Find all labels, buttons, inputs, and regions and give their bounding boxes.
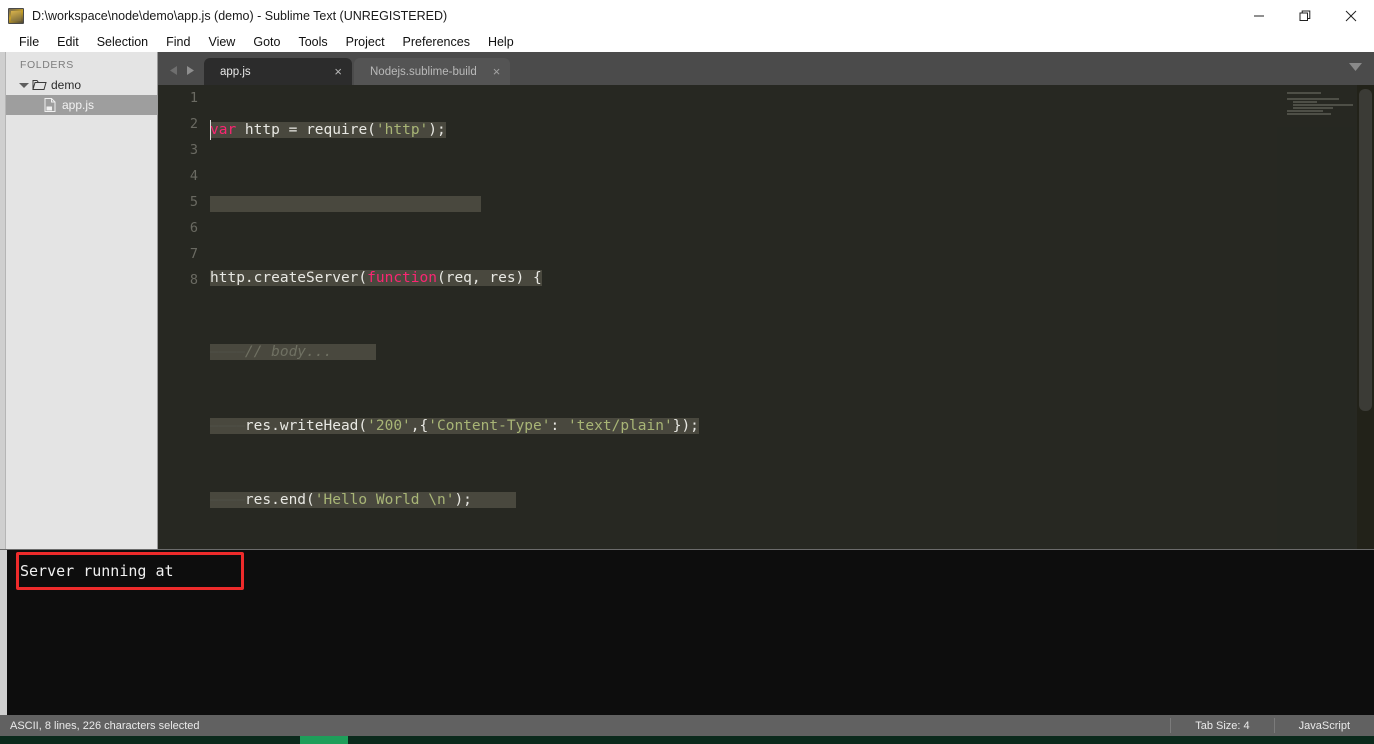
line-number-gutter: 1 2 3 4 5 6 7 8 [158, 85, 210, 549]
line-number: 2 [189, 116, 198, 132]
status-bar: ASCII, 8 lines, 226 characters selected … [0, 715, 1374, 736]
token-function: require [306, 122, 368, 138]
menu-item-help[interactable]: Help [479, 32, 523, 52]
code-editor[interactable]: 1 2 3 4 5 6 7 8 var http = require('http… [158, 85, 1374, 549]
token-string: '200' [367, 418, 411, 434]
arrow-right-icon[interactable] [182, 63, 198, 77]
line-number: 1 [189, 90, 198, 106]
code-line-5: ————res.writeHead('200',{'Content-Type':… [210, 418, 699, 434]
token-string: 'http' [375, 122, 429, 138]
menu-item-edit[interactable]: Edit [48, 32, 88, 52]
vertical-scrollbar-thumb[interactable] [1359, 89, 1372, 411]
sidebar-item-app-js[interactable]: app.js [0, 95, 157, 115]
menu-item-find[interactable]: Find [157, 32, 199, 52]
sublime-text-icon [8, 8, 24, 24]
code-line-2 [210, 191, 1374, 217]
minimap-line [1287, 98, 1339, 100]
line-number: 8 [189, 272, 198, 288]
token-brace: { [524, 270, 542, 286]
text-caret [210, 120, 211, 140]
minimize-icon[interactable] [1236, 0, 1282, 32]
chevron-down-icon[interactable] [18, 79, 30, 91]
status-tab-size[interactable]: Tab Size: 4 [1171, 720, 1273, 732]
code-line-4: ————// body... [210, 339, 1374, 365]
token-params: (req, res) [436, 270, 525, 286]
token-method: res.end( [244, 492, 315, 508]
token-string: 'Content-Type' [428, 418, 551, 434]
minimap-line [1287, 95, 1293, 97]
menu-item-tools[interactable]: Tools [289, 32, 336, 52]
maximize-icon[interactable] [1282, 0, 1328, 32]
menu-bar: File Edit Selection Find View Goto Tools… [0, 32, 1374, 52]
token-punct: : [550, 418, 568, 434]
line-number: 6 [189, 220, 198, 236]
token-keyword: function [367, 270, 437, 286]
tab-nodejs-sublime-build[interactable]: Nodejs.sublime-build × [354, 58, 511, 85]
tab-bar: app.js × Nodejs.sublime-build × [158, 52, 1374, 85]
taskbar [0, 736, 1374, 744]
minimap[interactable] [1277, 85, 1355, 549]
token-method: res.writeHead( [244, 418, 368, 434]
menu-item-preferences[interactable]: Preferences [394, 32, 479, 52]
close-icon[interactable]: × [493, 65, 501, 78]
title-bar: D:\workspace\node\demo\app.js (demo) - S… [0, 0, 1374, 32]
close-icon[interactable]: × [334, 65, 342, 78]
minimap-line [1293, 101, 1317, 103]
sidebar: FOLDERS demo app.js [0, 52, 158, 549]
code-line-3: http.createServer(function(req, res) { [210, 265, 1374, 291]
folder-icon [32, 79, 47, 91]
token-punct: ,{ [410, 418, 429, 434]
sidebar-edge [0, 52, 6, 549]
token-identifier: http [210, 270, 245, 286]
sidebar-folder-demo[interactable]: demo [0, 75, 157, 94]
arrow-left-icon[interactable] [166, 63, 182, 77]
taskbar-active-item[interactable] [300, 736, 348, 744]
code-line-6: ————res.end('Hello World \n'); [210, 487, 1374, 513]
token-string: 'text/plain' [567, 418, 673, 434]
menu-item-file[interactable]: File [10, 32, 48, 52]
code-line-1: var http = require('http'); [210, 120, 446, 140]
token-keyword: var [210, 122, 237, 138]
token-string: 'Hello World \n' [314, 492, 455, 508]
token-comment: // body... [244, 344, 333, 360]
close-icon[interactable] [1328, 0, 1374, 32]
token-identifier: http [236, 122, 289, 138]
menu-item-selection[interactable]: Selection [88, 32, 157, 52]
file-icon [44, 98, 56, 112]
status-selection-info: ASCII, 8 lines, 226 characters selected [10, 719, 200, 732]
window-title: D:\workspace\node\demo\app.js (demo) - S… [32, 9, 448, 23]
menu-item-view[interactable]: View [199, 32, 244, 52]
minimap-line [1293, 104, 1353, 106]
code-content[interactable]: var http = require('http'); http.createS… [210, 85, 1374, 549]
token-operator: = [288, 122, 307, 138]
sidebar-file-label: app.js [62, 98, 95, 112]
console-output-text: Server running at [20, 562, 174, 580]
token-method: .createServer( [244, 270, 368, 286]
line-number: 4 [189, 168, 198, 184]
tab-label: Nodejs.sublime-build [370, 65, 477, 78]
token-punct: }); [672, 418, 699, 434]
build-output-panel: Server running at [0, 549, 1374, 715]
menu-item-project[interactable]: Project [337, 32, 394, 52]
sidebar-folder-label: demo [51, 77, 82, 92]
tab-label: app.js [220, 65, 251, 78]
minimap-line [1287, 110, 1323, 112]
console-edge [0, 550, 7, 715]
tab-nav [158, 63, 204, 85]
minimap-line [1293, 107, 1333, 109]
token-punct: ); [454, 492, 472, 508]
menu-item-goto[interactable]: Goto [244, 32, 289, 52]
chevron-down-icon[interactable] [1349, 58, 1374, 85]
vertical-scrollbar-track[interactable] [1357, 85, 1374, 549]
status-syntax[interactable]: JavaScript [1275, 720, 1374, 732]
minimap-line [1287, 92, 1321, 94]
tab-app-js[interactable]: app.js × [204, 58, 352, 85]
minimap-line [1287, 113, 1331, 115]
line-number: 3 [189, 142, 198, 158]
sublime-text-window: D:\workspace\node\demo\app.js (demo) - S… [0, 0, 1374, 744]
line-number: 7 [189, 246, 198, 262]
line-number: 5 [189, 194, 198, 210]
sidebar-header-folders: FOLDERS [20, 59, 74, 71]
